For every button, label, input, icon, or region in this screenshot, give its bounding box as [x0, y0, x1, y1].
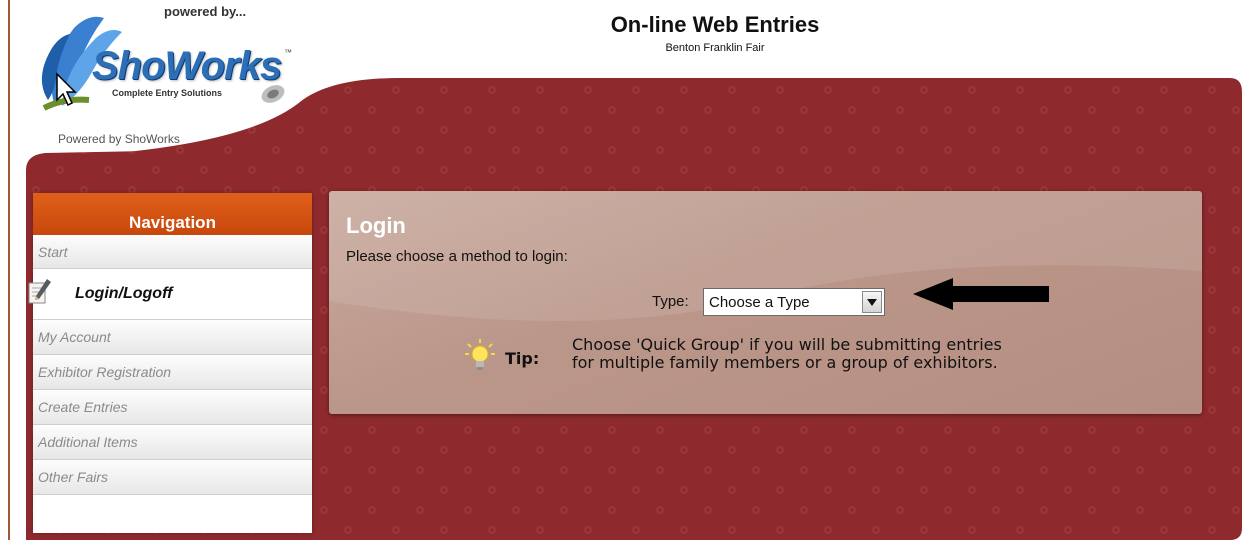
navigation-sidebar: Navigation Start Login/Logoff My Account… [28, 193, 312, 533]
mouse-cursor-icon [56, 72, 77, 107]
nav-item-my-account[interactable]: My Account [33, 320, 312, 355]
page-subtitle: Benton Franklin Fair [665, 42, 765, 54]
tip-text: Choose 'Quick Group' if you will be subm… [572, 336, 1002, 372]
nav-item-additional-items[interactable]: Additional Items [33, 425, 312, 460]
nav-item-label: Start [38, 243, 68, 260]
nav-item-create-entries[interactable]: Create Entries [33, 390, 312, 425]
nav-item-label: My Account [38, 329, 111, 345]
nav-item-label: Other Fairs [38, 469, 109, 485]
pointer-arrow-icon [913, 278, 1049, 310]
login-instruction: Please choose a method to login: [346, 248, 568, 265]
login-title: Login [346, 213, 406, 238]
tip-text-line: for multiple family members or a group o… [572, 353, 998, 372]
nav-item-start[interactable]: Start [33, 235, 312, 269]
navigation-heading: Navigation [33, 193, 312, 235]
lightbulb-icon [465, 339, 495, 370]
nav-item-exhibitor-registration[interactable]: Exhibitor Registration [33, 355, 312, 390]
navigation-heading-text: Navigation [129, 213, 216, 232]
pencil-paper-icon [28, 279, 51, 304]
logo-mouse-icon [261, 85, 285, 103]
type-label: Type: [652, 293, 689, 310]
login-type-value: Choose a Type [709, 293, 810, 311]
logo-tagline: Complete Entry Solutions [112, 88, 223, 98]
nav-item-label: Exhibitor Registration [38, 364, 172, 380]
login-panel: Login Please choose a method to login: T… [329, 191, 1202, 414]
nav-item-label: Additional Items [38, 434, 138, 450]
tip-text-line: Choose 'Quick Group' if you will be subm… [572, 335, 1002, 354]
nav-item-other-fairs[interactable]: Other Fairs [33, 460, 312, 495]
tip-label: Tip: [505, 349, 540, 368]
nav-item-login-logoff[interactable]: Login/Logoff [28, 269, 312, 320]
page-title: On-line Web Entries [610, 12, 820, 37]
nav-item-label: Create Entries [38, 399, 128, 415]
nav-item-label: Login/Logoff [75, 285, 173, 302]
login-type-select[interactable]: Choose a Type [703, 288, 885, 316]
left-border [8, 0, 10, 540]
powered-by-showorks: Powered by ShoWorks [58, 132, 180, 146]
dropdown-arrow-icon[interactable] [862, 291, 882, 313]
